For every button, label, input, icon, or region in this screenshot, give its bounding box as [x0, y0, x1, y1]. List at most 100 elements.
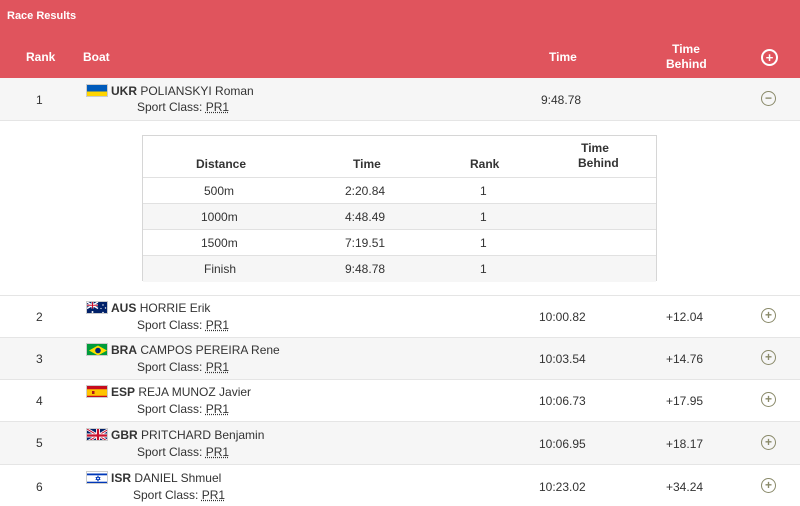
- results-header: Race Results Rank Boat Time Time Behind …: [0, 0, 800, 78]
- table-row[interactable]: 3 BRA CAMPOS PEREIRA Rene Sport Class: P…: [0, 338, 800, 380]
- split-distance: Finish: [204, 262, 237, 276]
- split-rank: 1: [480, 210, 487, 224]
- sport-class-value[interactable]: PR1: [206, 318, 229, 332]
- split-times-panel: Distance Time Rank Time Behind 500m 2:20…: [0, 121, 800, 296]
- rank-value: 6: [36, 480, 43, 494]
- finish-time: 10:00.82: [539, 310, 586, 324]
- split-row: 1000m 4:48.49 1: [143, 203, 656, 230]
- athlete-name: AUS HORRIE Erik: [111, 301, 210, 315]
- time-behind: +12.04: [666, 310, 704, 324]
- athlete-name: ISR DANIEL Shmuel: [111, 471, 221, 485]
- time-behind: +17.95: [666, 394, 704, 408]
- sport-class: Sport Class: PR1: [137, 445, 229, 459]
- sport-class-value[interactable]: PR1: [206, 402, 229, 416]
- flag-israel-icon: [86, 471, 108, 484]
- athlete-fullname: DANIEL Shmuel: [134, 471, 222, 485]
- sport-class: Sport Class: PR1: [137, 402, 229, 416]
- split-time: 9:48.78: [345, 262, 386, 276]
- expand-icon[interactable]: +: [761, 478, 776, 493]
- country-code: GBR: [111, 428, 138, 442]
- country-code: UKR: [111, 84, 137, 98]
- sport-class-value[interactable]: PR1: [206, 100, 229, 114]
- flag-brazil-icon: [86, 343, 108, 356]
- expand-all-icon[interactable]: +: [761, 49, 778, 66]
- table-row[interactable]: 4 ESP REJA MUNOZ Javier Sport Class: PR1…: [0, 380, 800, 422]
- sport-class-label: Sport Class:: [137, 445, 203, 459]
- flag-australia-icon: [86, 301, 108, 314]
- expand-icon[interactable]: +: [761, 308, 776, 323]
- sport-class-label: Sport Class:: [137, 402, 203, 416]
- collapse-icon[interactable]: −: [761, 91, 776, 106]
- expand-icon[interactable]: +: [761, 435, 776, 450]
- finish-time: 10:03.54: [539, 352, 586, 366]
- table-row[interactable]: 6 ISR DANIEL Shmuel Sport Class: PR1 10:…: [0, 465, 800, 506]
- athlete-name: UKR POLIANSKYI Roman: [111, 84, 254, 98]
- finish-time: 10:06.95: [539, 437, 586, 451]
- rank-value: 4: [36, 394, 43, 408]
- sport-class-label: Sport Class:: [137, 100, 203, 114]
- athlete-name: BRA CAMPOS PEREIRA Rene: [111, 343, 280, 357]
- time-behind: +18.17: [666, 437, 704, 451]
- rank-value: 3: [36, 352, 43, 366]
- finish-time: 10:06.73: [539, 394, 586, 408]
- rank-value: 1: [36, 93, 43, 107]
- sport-class-value[interactable]: PR1: [206, 445, 229, 459]
- expand-icon[interactable]: +: [761, 392, 776, 407]
- table-row[interactable]: 1 UKR POLIANSKYI Roman Sport Class: PR1 …: [0, 78, 800, 121]
- sport-class: Sport Class: PR1: [137, 360, 229, 374]
- rank-value: 2: [36, 310, 43, 324]
- athlete-name: GBR PRITCHARD Benjamin: [111, 428, 264, 442]
- split-row: Finish 9:48.78 1: [143, 255, 656, 282]
- rank-value: 5: [36, 436, 43, 450]
- athlete-fullname: POLIANSKYI Roman: [140, 84, 254, 98]
- split-rank: 1: [480, 236, 487, 250]
- time-behind-line2: Behind: [666, 57, 707, 71]
- split-time: 4:48.49: [345, 210, 386, 224]
- finish-time: 9:48.78: [541, 93, 582, 107]
- split-rank: 1: [480, 184, 487, 198]
- athlete-name: ESP REJA MUNOZ Javier: [111, 385, 251, 399]
- country-code: BRA: [111, 343, 137, 357]
- split-row: 500m 2:20.84 1: [143, 177, 656, 204]
- flag-spain-icon: [86, 385, 108, 398]
- column-header-boat: Boat: [83, 50, 110, 64]
- sport-class-label: Sport Class:: [137, 360, 203, 374]
- athlete-fullname: REJA MUNOZ Javier: [138, 385, 252, 399]
- split-header-distance: Distance: [196, 157, 247, 171]
- sport-class-value[interactable]: PR1: [202, 488, 225, 502]
- split-header-rank: Rank: [470, 157, 500, 171]
- split-distance: 500m: [204, 184, 235, 198]
- athlete-fullname: PRITCHARD Benjamin: [141, 428, 265, 442]
- expand-icon[interactable]: +: [761, 350, 776, 365]
- split-time: 7:19.51: [345, 236, 386, 250]
- time-behind: +14.76: [666, 352, 704, 366]
- table-row[interactable]: 2 AUS HORRIE Erik Sport Class: PR1 10:00…: [0, 296, 800, 338]
- split-header-time: Time: [353, 157, 381, 171]
- split-time: 2:20.84: [345, 184, 386, 198]
- finish-time: 10:23.02: [539, 480, 586, 494]
- flag-great-britain-icon: [86, 428, 108, 441]
- country-code: ESP: [111, 385, 136, 399]
- column-header-time: Time: [549, 50, 577, 64]
- country-code: ISR: [111, 471, 132, 485]
- table-row[interactable]: 5 GBR PRITCHARD Benjamin Sport Class: PR…: [0, 422, 800, 465]
- flag-ukraine-icon: [86, 84, 108, 97]
- time-behind-line1: Time: [672, 42, 700, 56]
- athlete-fullname: HORRIE Erik: [139, 301, 211, 315]
- split-times-table: Distance Time Rank Time Behind 500m 2:20…: [142, 135, 657, 282]
- time-behind: +34.24: [666, 480, 704, 494]
- sport-class: Sport Class: PR1: [133, 488, 225, 502]
- split-behind-line1: Time: [581, 141, 609, 155]
- split-row: 1500m 7:19.51 1: [143, 229, 656, 256]
- split-distance: 1500m: [201, 236, 238, 250]
- page-title: Race Results: [7, 10, 77, 22]
- column-header-time-behind: Time Behind: [666, 42, 707, 72]
- sport-class-value[interactable]: PR1: [206, 360, 229, 374]
- split-distance: 1000m: [201, 210, 238, 224]
- sport-class-label: Sport Class:: [137, 318, 203, 332]
- country-code: AUS: [111, 301, 137, 315]
- split-header-time-behind: Time Behind: [578, 141, 619, 171]
- sport-class-label: Sport Class:: [133, 488, 199, 502]
- split-behind-line2: Behind: [578, 156, 619, 170]
- sport-class: Sport Class: PR1: [137, 100, 229, 114]
